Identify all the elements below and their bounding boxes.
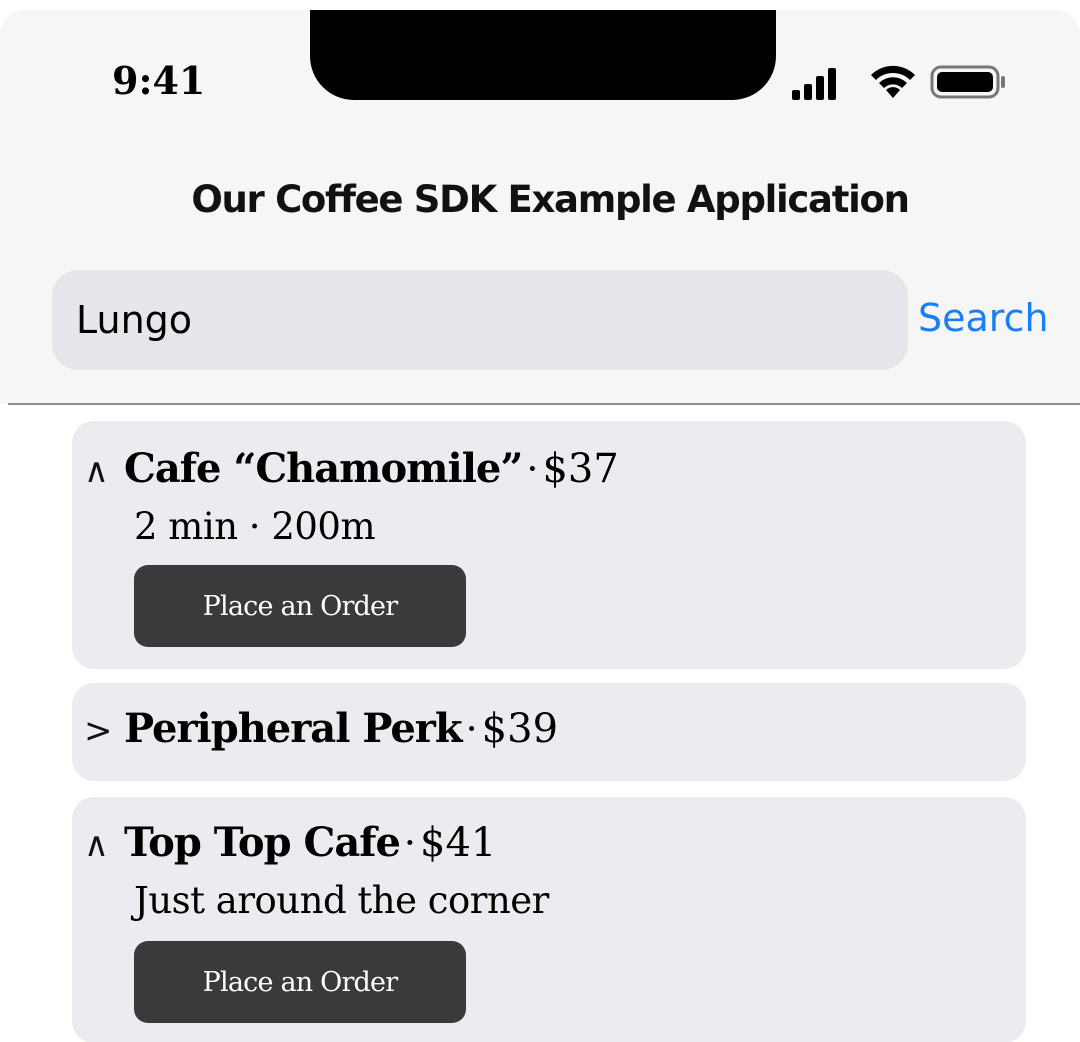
chevron-up-icon[interactable]: ∧ <box>84 825 124 865</box>
wifi-icon <box>871 65 915 98</box>
cafe-card[interactable]: ∧ Top Top Cafe · $41 Just around the corner… <box>72 797 1026 1042</box>
separator-dot: · <box>526 447 539 491</box>
cafe-card[interactable]: ∧ Cafe “Chamomile” · $37 2 min · 200m Place… <box>72 421 1026 669</box>
separator-dot: · <box>465 707 478 751</box>
app-title: Our Coffee SDK Example Application <box>191 178 910 221</box>
battery-icon <box>930 65 1005 99</box>
cellular-signal-icon <box>792 68 836 100</box>
chevron-right-icon[interactable]: > <box>84 711 124 751</box>
cafe-card-header[interactable]: ∧ Cafe “Chamomile” · $37 <box>84 445 619 495</box>
cafe-name: Peripheral Perk <box>124 705 463 752</box>
chevron-up-icon[interactable]: ∧ <box>84 451 124 491</box>
cafe-card-header[interactable]: > Peripheral Perk · $39 <box>84 705 558 755</box>
cafe-price: $39 <box>481 706 559 752</box>
phone-screen: 9:41 Our Coffee SDK Example Application … <box>0 0 1080 1042</box>
cafe-card-header[interactable]: ∧ Top Top Cafe · $41 <box>84 819 496 869</box>
separator-dot: · <box>403 821 417 865</box>
search-input[interactable] <box>52 270 908 370</box>
header-divider <box>8 403 1080 405</box>
status-time: 9:41 <box>112 58 206 103</box>
search-button[interactable]: Search <box>918 296 1049 340</box>
place-order-button[interactable]: Place an Order <box>134 941 466 1023</box>
cafe-name: Cafe “Chamomile” <box>124 445 523 492</box>
status-icons <box>790 62 1010 102</box>
cafe-detail: Just around the corner <box>134 879 549 922</box>
cafe-price: $37 <box>542 446 619 492</box>
place-order-button[interactable]: Place an Order <box>134 565 466 647</box>
cafe-name: Top Top Cafe <box>124 819 401 866</box>
cafe-detail: 2 min · 200m <box>134 505 376 548</box>
cafe-price: $41 <box>420 820 497 866</box>
device-notch <box>310 10 776 100</box>
cafe-card[interactable]: > Peripheral Perk · $39 <box>72 683 1026 781</box>
